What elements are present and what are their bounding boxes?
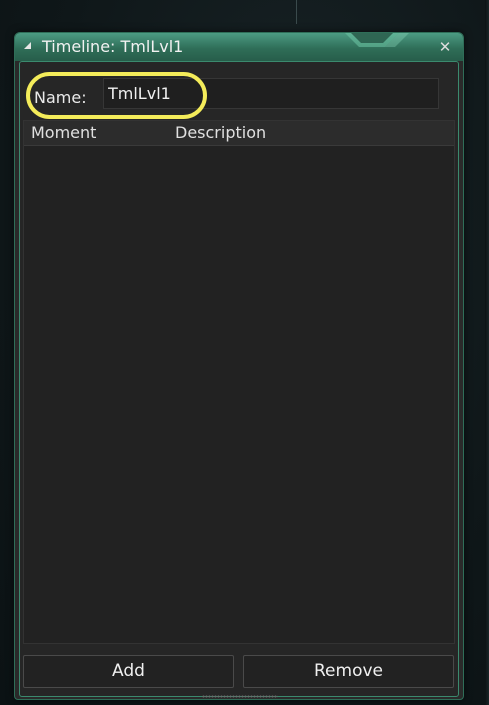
- add-button[interactable]: Add: [23, 655, 234, 688]
- list-header: Moment Description: [24, 121, 454, 146]
- column-header-moment[interactable]: Moment: [31, 123, 96, 142]
- remove-button[interactable]: Remove: [243, 655, 454, 688]
- timeline-window: Timeline: TmlLvl1 ✕ Name: Moment Descrip…: [14, 32, 464, 700]
- title-bar-ornament: [345, 33, 409, 47]
- resize-grip[interactable]: [202, 695, 278, 698]
- close-icon[interactable]: ✕: [435, 37, 455, 57]
- window-title: Timeline: TmlLvl1: [42, 37, 184, 56]
- moments-list[interactable]: Moment Description: [23, 120, 455, 644]
- background-divider: [296, 0, 297, 24]
- name-input[interactable]: [103, 78, 439, 109]
- background-edge: [485, 0, 489, 705]
- column-header-description[interactable]: Description: [175, 123, 266, 142]
- name-label: Name:: [34, 88, 87, 107]
- collapse-triangle-icon[interactable]: [24, 42, 31, 49]
- title-bar[interactable]: Timeline: TmlLvl1 ✕: [15, 33, 463, 61]
